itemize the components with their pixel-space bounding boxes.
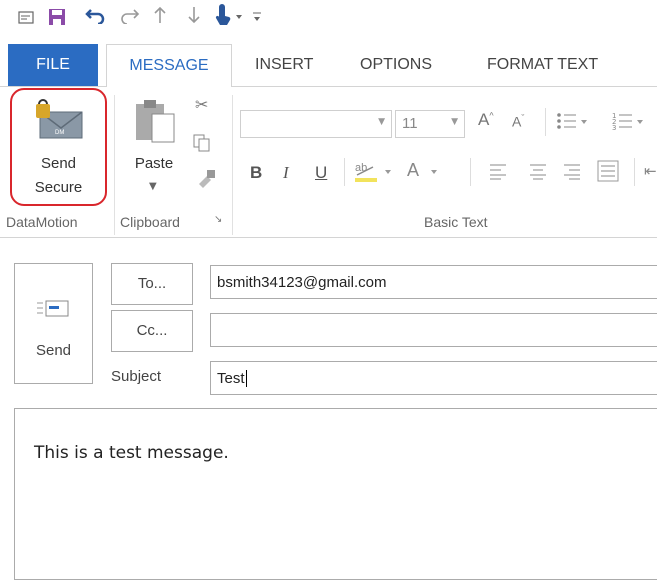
font-size-dropdown[interactable]: 11 ▼ <box>395 110 465 138</box>
send-secure-label-line1: Send <box>40 155 77 172</box>
message-body-text: This is a test message. <box>34 443 229 463</box>
tab-file[interactable]: FILE <box>8 44 98 86</box>
grow-font-icon[interactable]: A^ <box>478 110 494 130</box>
copy-icon[interactable] <box>193 134 211 156</box>
ribbon-tab-bar: FILE MESSAGE INSERT OPTIONS FORMAT TEXT <box>0 44 657 88</box>
italic-icon[interactable]: I <box>283 163 289 183</box>
align-left-icon[interactable] <box>490 162 508 184</box>
send-secure-label-line2: Secure <box>34 179 83 196</box>
new-item-icon[interactable] <box>18 10 34 30</box>
chevron-down-icon: ▼ <box>378 117 385 127</box>
numbering-icon[interactable]: 123 <box>612 110 652 136</box>
indent-icon[interactable]: ⇤ <box>644 162 657 180</box>
touch-mode-icon[interactable] <box>212 4 246 31</box>
highlight-icon[interactable]: ab <box>353 158 397 188</box>
group-label-datamotion: DataMotion <box>6 214 78 230</box>
down-arrow-icon[interactable] <box>187 6 201 29</box>
subject-label: Subject <box>111 368 162 385</box>
up-arrow-icon[interactable] <box>153 6 167 29</box>
cc-field[interactable] <box>210 313 657 347</box>
group-label-basic-text: Basic Text <box>424 214 488 230</box>
underline-icon[interactable]: U <box>315 163 327 183</box>
tab-message[interactable]: MESSAGE <box>106 44 232 88</box>
message-body[interactable]: This is a test message. <box>14 408 657 580</box>
save-icon[interactable] <box>48 8 66 31</box>
group-separator <box>114 95 115 235</box>
align-center-icon[interactable] <box>530 162 548 184</box>
font-size-value: 11 <box>402 115 418 132</box>
subject-field[interactable]: Test <box>210 361 657 395</box>
text-cursor <box>245 370 247 387</box>
send-envelope-icon <box>37 298 71 324</box>
tab-options[interactable]: OPTIONS <box>360 44 432 86</box>
bold-icon[interactable]: B <box>250 163 262 183</box>
send-label: Send <box>35 342 72 359</box>
group-label-clipboard: Clipboard <box>120 214 180 230</box>
subject-value: Test <box>217 370 245 387</box>
chevron-down-icon: ▼ <box>451 117 458 127</box>
paste-icon[interactable] <box>134 98 180 150</box>
group-separator <box>232 95 233 235</box>
bullets-icon[interactable] <box>556 110 592 136</box>
customize-icon[interactable] <box>252 8 262 28</box>
justify-icon[interactable] <box>597 160 619 186</box>
svg-text:A: A <box>407 160 419 180</box>
font-color-icon[interactable]: A <box>405 158 449 188</box>
undo-icon[interactable] <box>85 6 105 29</box>
send-secure-button[interactable]: DM Send Secure <box>10 88 107 206</box>
paste-dropdown-icon[interactable]: ▼ <box>149 181 157 192</box>
svg-text:DM: DM <box>55 130 64 136</box>
clipboard-launcher-icon[interactable]: ↘ <box>214 214 222 225</box>
send-button[interactable]: Send <box>14 263 93 384</box>
format-painter-icon[interactable] <box>197 168 217 192</box>
tab-insert[interactable]: INSERT <box>255 44 313 86</box>
to-button[interactable]: To... <box>111 263 193 305</box>
secure-envelope-icon: DM <box>34 98 86 146</box>
svg-text:3: 3 <box>612 124 616 132</box>
cut-icon[interactable]: ✂ <box>195 95 208 114</box>
align-right-icon[interactable] <box>564 162 582 184</box>
redo-icon[interactable] <box>120 6 140 29</box>
paste-button[interactable]: Paste <box>124 152 184 176</box>
font-name-dropdown[interactable]: ▼ <box>240 110 392 138</box>
shrink-font-icon[interactable]: Aˇ <box>512 113 524 130</box>
tab-format-text[interactable]: FORMAT TEXT <box>487 44 598 86</box>
cc-button[interactable]: Cc... <box>111 310 193 352</box>
to-field[interactable]: bsmith34123@gmail.com <box>210 265 657 299</box>
